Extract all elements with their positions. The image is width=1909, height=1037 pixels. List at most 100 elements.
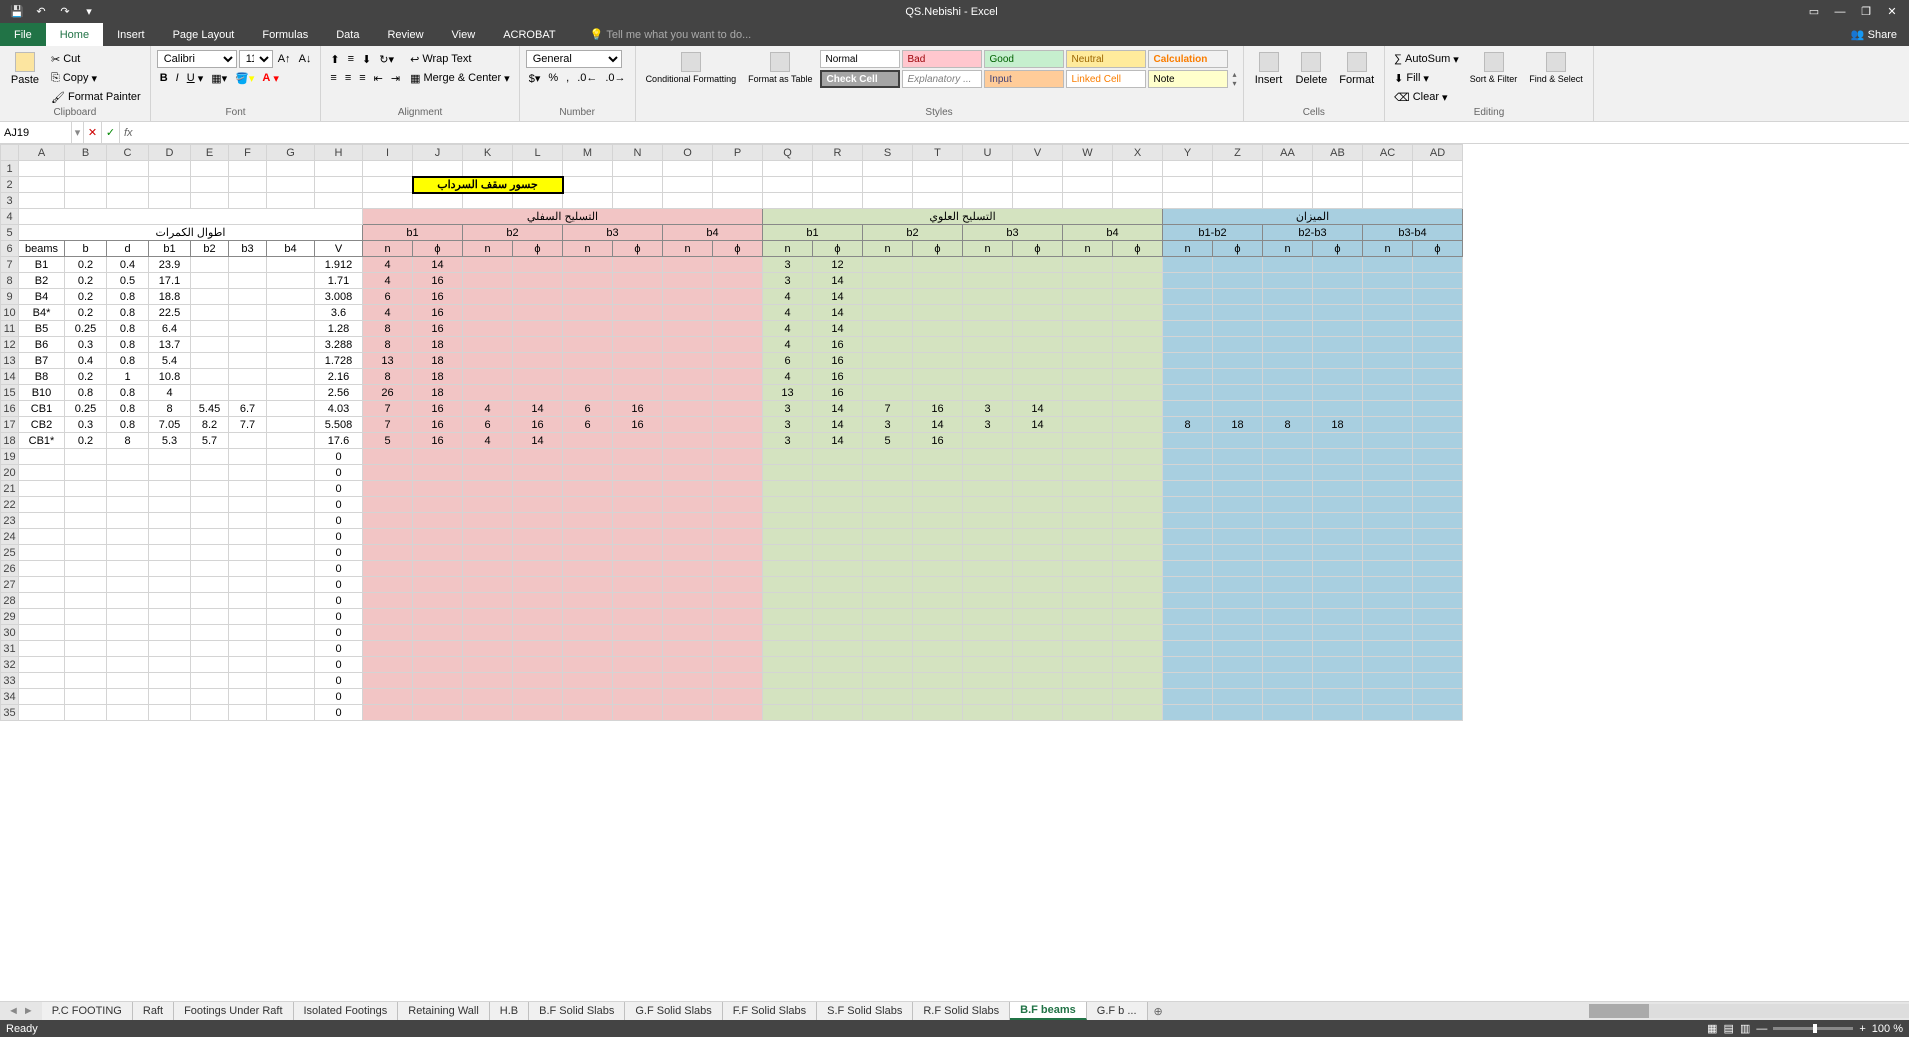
cell-AA20[interactable] [1263, 465, 1313, 481]
cell-AD25[interactable] [1413, 545, 1463, 561]
cell-W10[interactable] [1063, 305, 1113, 321]
cell-Q34[interactable] [763, 689, 813, 705]
style-calc[interactable]: Calculation [1148, 50, 1228, 68]
cell-E12[interactable] [191, 337, 229, 353]
cell-E28[interactable] [191, 593, 229, 609]
cell-P29[interactable] [713, 609, 763, 625]
tab-pagelayout[interactable]: Page Layout [159, 23, 249, 46]
cell-G21[interactable] [267, 481, 315, 497]
cell-E6[interactable]: b2 [191, 241, 229, 257]
cell-M19[interactable] [563, 449, 613, 465]
cell-C26[interactable] [107, 561, 149, 577]
cell-I1[interactable] [363, 161, 413, 177]
cell-T9[interactable] [913, 289, 963, 305]
cell-AB19[interactable] [1313, 449, 1363, 465]
cell-G7[interactable] [267, 257, 315, 273]
cell-Z33[interactable] [1213, 673, 1263, 689]
cell-AB16[interactable] [1313, 401, 1363, 417]
cell-Y26[interactable] [1163, 561, 1213, 577]
cell-B23[interactable] [65, 513, 107, 529]
merge-button[interactable]: ▦Merge & Center▾ [407, 69, 513, 87]
cell-AB31[interactable] [1313, 641, 1363, 657]
cell-Q29[interactable] [763, 609, 813, 625]
cell-E14[interactable] [191, 369, 229, 385]
cell-R32[interactable] [813, 657, 863, 673]
cell-M12[interactable] [563, 337, 613, 353]
cell-B31[interactable] [65, 641, 107, 657]
cell-A19[interactable] [19, 449, 65, 465]
tab-acrobat[interactable]: ACROBAT [489, 23, 569, 46]
cell-V25[interactable] [1013, 545, 1063, 561]
cell-X28[interactable] [1113, 593, 1163, 609]
cell-AC18[interactable] [1363, 433, 1413, 449]
cell-A8[interactable]: B2 [19, 273, 65, 289]
cell-H15[interactable]: 2.56 [315, 385, 363, 401]
cell-P28[interactable] [713, 593, 763, 609]
cell-T20[interactable] [913, 465, 963, 481]
cell-G18[interactable] [267, 433, 315, 449]
cell-I30[interactable] [363, 625, 413, 641]
cell-K7[interactable] [463, 257, 513, 273]
cell-Q32[interactable] [763, 657, 813, 673]
cell-T11[interactable] [913, 321, 963, 337]
cell-Q12[interactable]: 4 [763, 337, 813, 353]
cell-P17[interactable] [713, 417, 763, 433]
cell-T31[interactable] [913, 641, 963, 657]
cell-X17[interactable] [1113, 417, 1163, 433]
cell-Y22[interactable] [1163, 497, 1213, 513]
tab-next-icon[interactable]: ► [23, 1005, 34, 1017]
cell-W15[interactable] [1063, 385, 1113, 401]
cell-T12[interactable] [913, 337, 963, 353]
cell-N7[interactable] [613, 257, 663, 273]
cell-S1[interactable] [863, 161, 913, 177]
cell-Y8[interactable] [1163, 273, 1213, 289]
cell-C18[interactable]: 8 [107, 433, 149, 449]
cell-C11[interactable]: 0.8 [107, 321, 149, 337]
cell-R17[interactable]: 14 [813, 417, 863, 433]
cell-C14[interactable]: 1 [107, 369, 149, 385]
sheet-tab-1[interactable]: Raft [133, 1002, 174, 1020]
cell-C24[interactable] [107, 529, 149, 545]
cell-Q3[interactable] [763, 193, 813, 209]
cell-I10[interactable]: 4 [363, 305, 413, 321]
cell-F32[interactable] [229, 657, 267, 673]
cell-C33[interactable] [107, 673, 149, 689]
cell-W29[interactable] [1063, 609, 1113, 625]
cell-V24[interactable] [1013, 529, 1063, 545]
cell-L11[interactable] [513, 321, 563, 337]
cell-E32[interactable] [191, 657, 229, 673]
cell-Q17[interactable]: 3 [763, 417, 813, 433]
cell-AB12[interactable] [1313, 337, 1363, 353]
cell-O14[interactable] [663, 369, 713, 385]
cell-R10[interactable]: 14 [813, 305, 863, 321]
cell-Y14[interactable] [1163, 369, 1213, 385]
cell-U13[interactable] [963, 353, 1013, 369]
cell-Y9[interactable] [1163, 289, 1213, 305]
cell-Z13[interactable] [1213, 353, 1263, 369]
cell-J3[interactable] [413, 193, 463, 209]
cell-G25[interactable] [267, 545, 315, 561]
cell-O18[interactable] [663, 433, 713, 449]
cell-B18[interactable]: 0.2 [65, 433, 107, 449]
cell-AC5[interactable]: b3-b4 [1363, 225, 1463, 241]
save-icon[interactable]: 💾 [6, 3, 28, 21]
cell-AA13[interactable] [1263, 353, 1313, 369]
cell-B20[interactable] [65, 465, 107, 481]
cell-U18[interactable] [963, 433, 1013, 449]
cell-I17[interactable]: 7 [363, 417, 413, 433]
cell-H34[interactable]: 0 [315, 689, 363, 705]
cell-Y5[interactable]: b1-b2 [1163, 225, 1263, 241]
cell-Y24[interactable] [1163, 529, 1213, 545]
cell-C3[interactable] [107, 193, 149, 209]
style-note[interactable]: Note [1148, 70, 1228, 88]
cell-X25[interactable] [1113, 545, 1163, 561]
cell-O11[interactable] [663, 321, 713, 337]
cell-R30[interactable] [813, 625, 863, 641]
cell-R21[interactable] [813, 481, 863, 497]
cell-N14[interactable] [613, 369, 663, 385]
new-sheet-icon[interactable]: ⊕ [1148, 1005, 1169, 1018]
cell-B29[interactable] [65, 609, 107, 625]
cell-O13[interactable] [663, 353, 713, 369]
tab-prev-icon[interactable]: ◄ [8, 1005, 19, 1017]
cell-S16[interactable]: 7 [863, 401, 913, 417]
